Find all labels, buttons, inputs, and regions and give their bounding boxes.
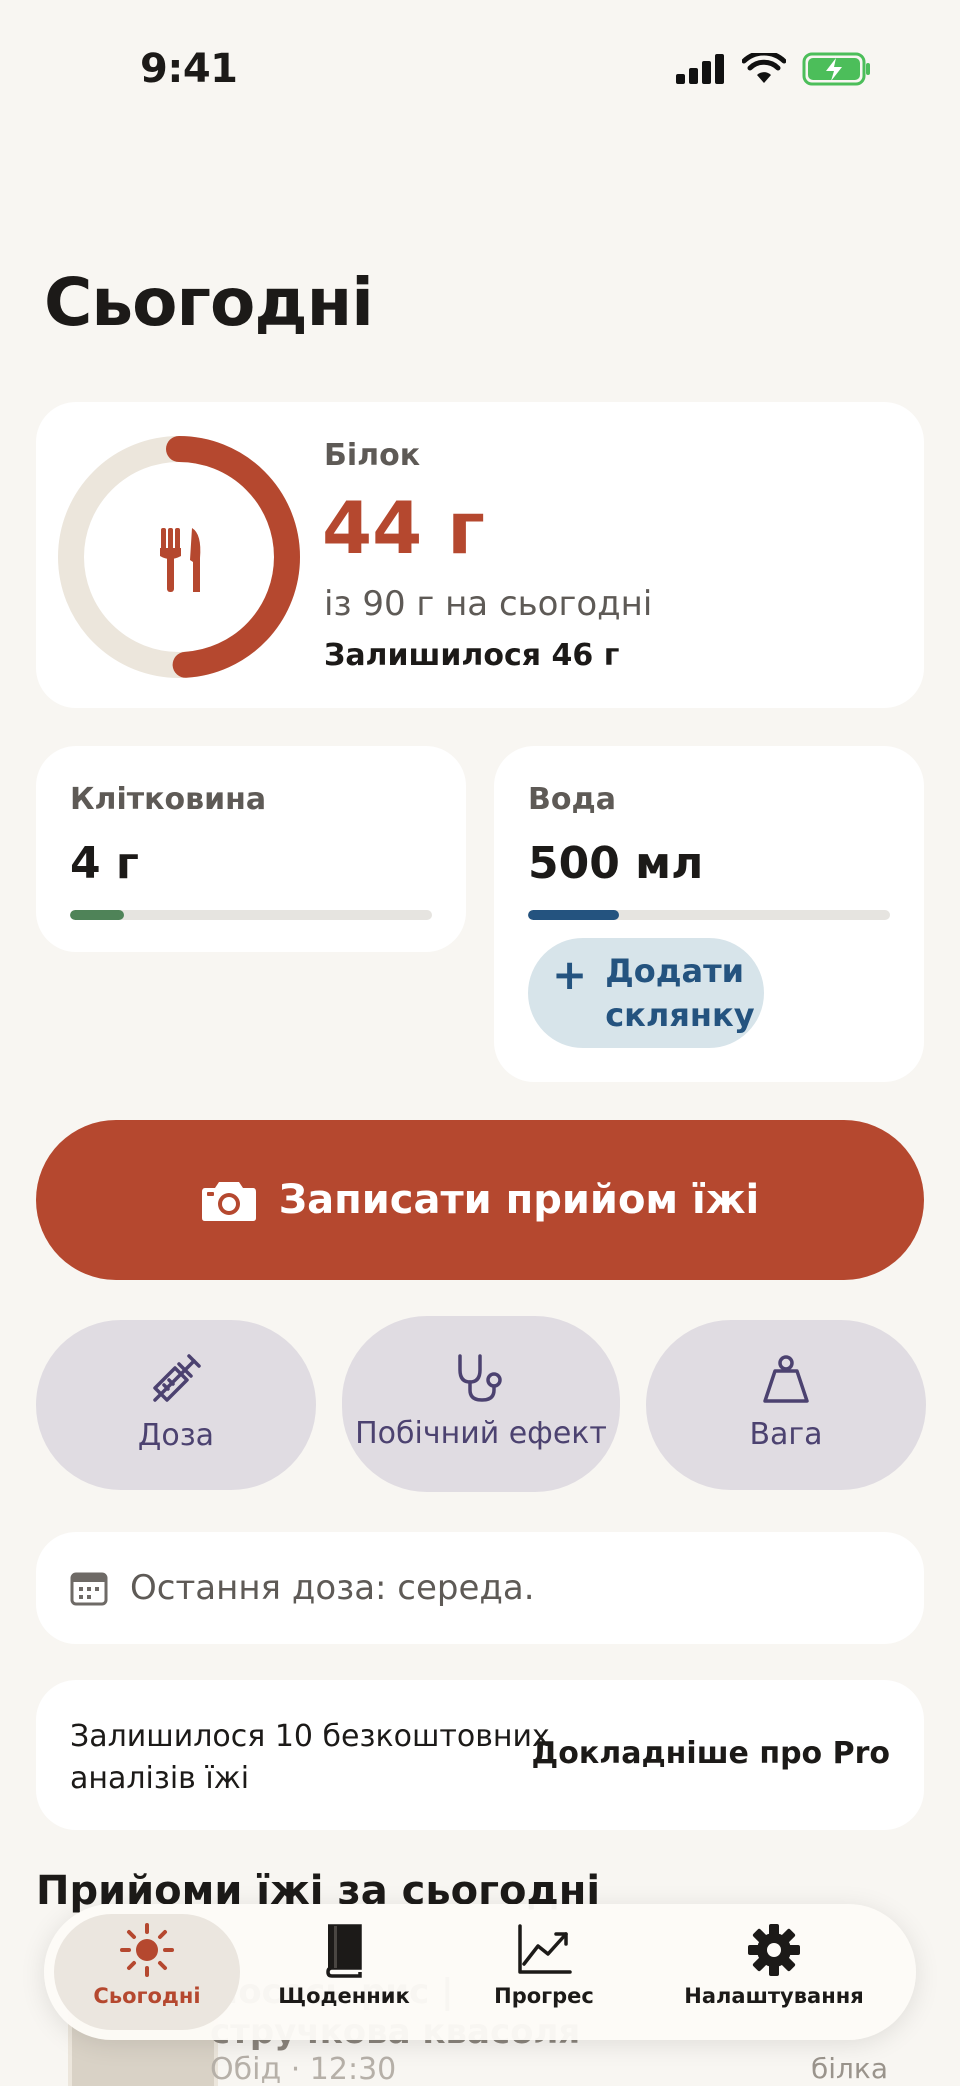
tab-today[interactable]: Сьогодні — [54, 1922, 240, 2022]
meal-time: Обід · 12:30 — [210, 2052, 397, 2086]
free-analyses-text: Залишилося 10 безкоштовних аналізів їжі — [70, 1719, 550, 1796]
protein-progress-ring — [58, 436, 300, 678]
water-label: Вода — [528, 782, 616, 817]
protein-remaining: Залишилося 46 г — [324, 638, 620, 673]
meal-protein-label: білка — [810, 2052, 888, 2085]
camera-icon — [201, 1182, 256, 1221]
sun-icon — [120, 1923, 174, 1977]
log-meal-label: Записати прийом їжі — [278, 1177, 760, 1223]
side-effect-label: Побічний ефект — [355, 1416, 607, 1451]
tab-diary-label: Щоденник — [278, 1984, 410, 2008]
weight-icon — [763, 1355, 809, 1403]
cellular-signal-icon — [676, 54, 724, 84]
pro-banner: Залишилося 10 безкоштовних аналізів їжі … — [36, 1680, 924, 1830]
battery-charging-icon — [802, 52, 870, 86]
water-card[interactable]: Вода 500 мл + Додати склянку — [494, 746, 924, 1082]
weight-label: Вага — [749, 1417, 823, 1452]
weight-button[interactable]: Вага — [646, 1320, 926, 1490]
dose-button[interactable]: Доза — [36, 1320, 316, 1490]
water-value: 500 мл — [528, 838, 704, 889]
tab-diary[interactable]: Щоденник — [264, 1922, 424, 2022]
tab-progress[interactable]: Прогрес — [464, 1922, 624, 2022]
log-meal-button[interactable]: Записати прийом їжі — [36, 1120, 924, 1280]
fiber-card[interactable]: Клітковина 4 г — [36, 746, 466, 952]
protein-value: 44 г — [322, 486, 485, 570]
last-dose-text: Остання доза: середа. — [130, 1568, 535, 1608]
add-glass-label: Додати склянку — [605, 952, 755, 1034]
fiber-value: 4 г — [70, 838, 139, 889]
water-progress-fill — [528, 910, 619, 920]
water-progress-bar — [528, 910, 890, 920]
calendar-icon — [70, 1572, 108, 1606]
status-time: 9:41 — [140, 46, 238, 92]
status-bar: 9:41 — [0, 0, 960, 140]
add-glass-button[interactable]: + Додати склянку — [528, 938, 764, 1048]
plus-icon: + — [552, 950, 588, 999]
protein-card[interactable]: Білок 44 г із 90 г на сьогодні Залишилос… — [36, 402, 924, 708]
tab-today-label: Сьогодні — [93, 1984, 201, 2008]
bottom-tab-bar: Сьогодні Щоденник Прогрес Налаштування — [44, 1904, 916, 2040]
fork-knife-icon — [160, 528, 201, 592]
fiber-label: Клітковина — [70, 782, 267, 817]
book-icon — [326, 1924, 362, 1978]
syringe-icon — [153, 1354, 201, 1402]
gear-icon — [748, 1924, 800, 1976]
last-dose-card[interactable]: Остання доза: середа. — [36, 1532, 924, 1644]
protein-goal: із 90 г на сьогодні — [324, 584, 653, 624]
side-effect-button[interactable]: Побічний ефект — [342, 1316, 620, 1492]
status-icons — [676, 52, 872, 86]
today-screen: 9:41 Сьогодні Білок 44 г із 90 г на сьог… — [0, 0, 960, 2086]
tab-progress-label: Прогрес — [494, 1984, 594, 2008]
tab-settings-label: Налаштування — [684, 1984, 864, 2008]
fiber-progress-bar — [70, 910, 432, 920]
wifi-icon — [742, 53, 786, 83]
tab-settings[interactable]: Налаштування — [674, 1922, 874, 2022]
protein-label: Білок — [324, 438, 421, 473]
chart-trend-icon — [518, 1924, 572, 1974]
dose-label: Доза — [137, 1418, 215, 1453]
pro-learn-more-link[interactable]: Докладніше про Pro — [532, 1736, 890, 1771]
fiber-progress-fill — [70, 910, 125, 920]
stethoscope-icon — [458, 1354, 502, 1402]
page-title: Сьогодні — [44, 264, 374, 341]
